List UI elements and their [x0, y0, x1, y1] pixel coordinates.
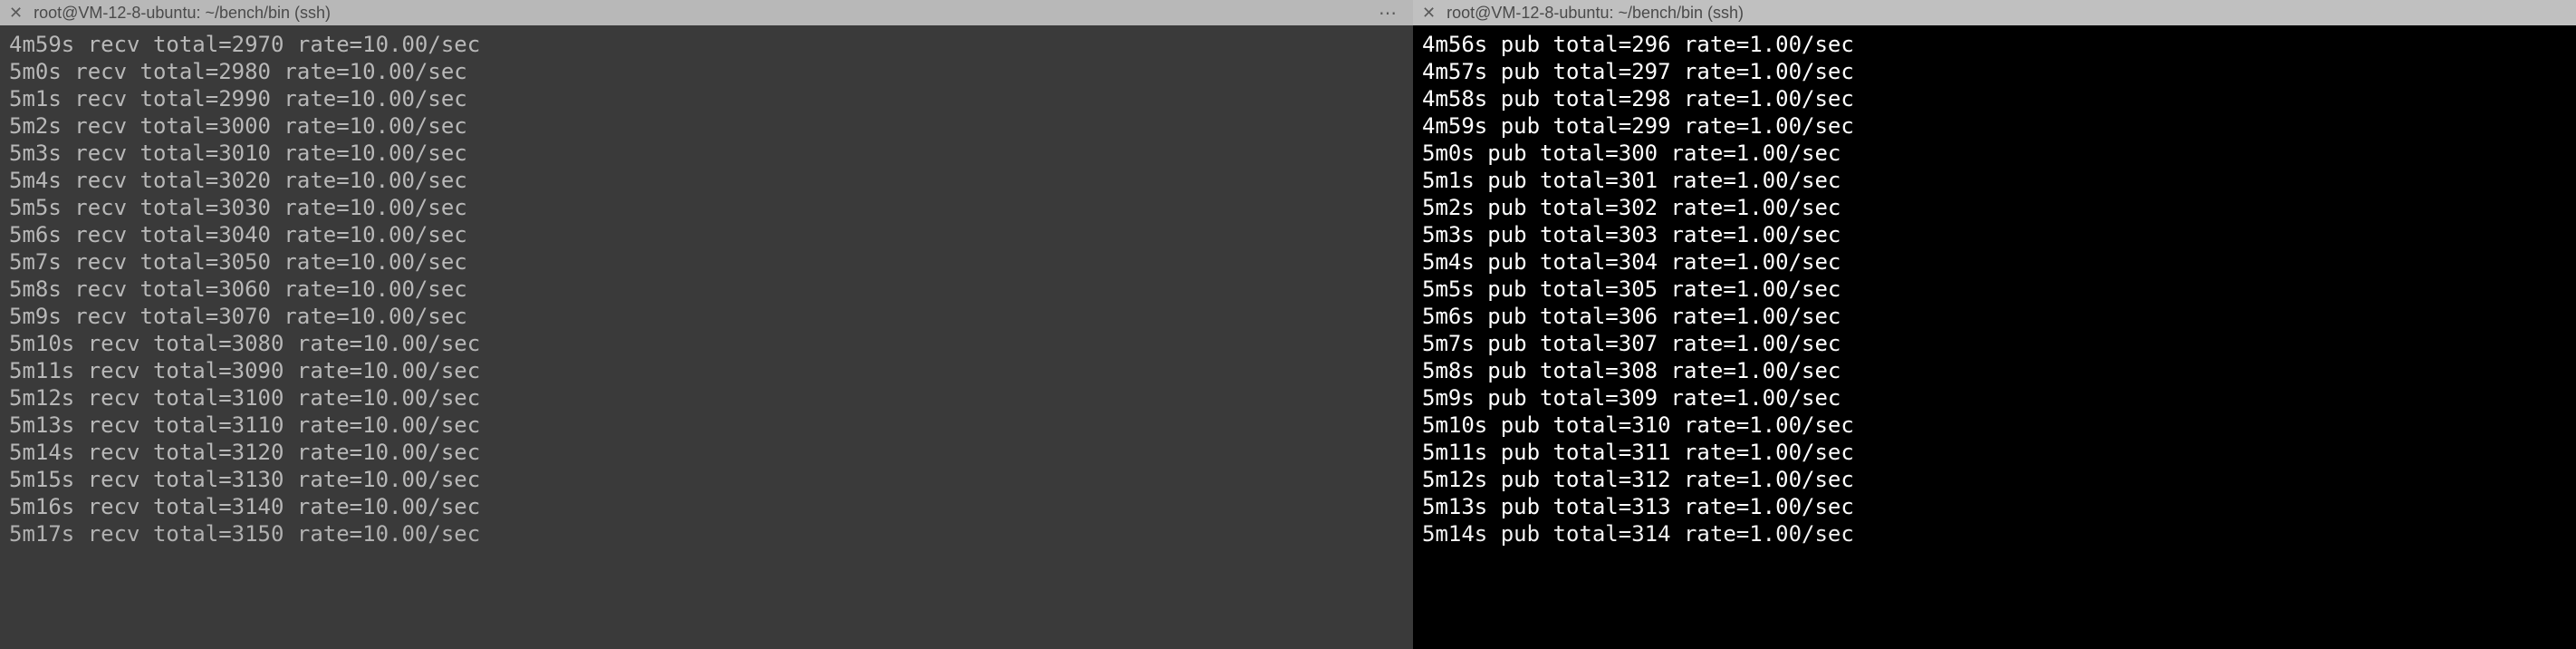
- log-line: 5m0s recv total=2980 rate=10.00/sec: [9, 58, 1404, 85]
- log-line: 5m0s pub total=300 rate=1.00/sec: [1422, 140, 2567, 167]
- log-line: 5m5s pub total=305 rate=1.00/sec: [1422, 276, 2567, 303]
- log-line: 5m17s recv total=3150 rate=10.00/sec: [9, 520, 1404, 547]
- log-line: 5m6s pub total=306 rate=1.00/sec: [1422, 303, 2567, 330]
- close-icon[interactable]: ✕: [1422, 4, 1436, 23]
- log-line: 5m14s pub total=314 rate=1.00/sec: [1422, 520, 2567, 547]
- log-line: 5m1s pub total=301 rate=1.00/sec: [1422, 167, 2567, 194]
- log-line: 5m14s recv total=3120 rate=10.00/sec: [9, 439, 1404, 466]
- log-line: 5m9s pub total=309 rate=1.00/sec: [1422, 384, 2567, 412]
- log-line: 5m10s recv total=3080 rate=10.00/sec: [9, 330, 1404, 357]
- log-line: 5m8s pub total=308 rate=1.00/sec: [1422, 357, 2567, 384]
- log-line: 5m2s pub total=302 rate=1.00/sec: [1422, 194, 2567, 221]
- log-line: 5m10s pub total=310 rate=1.00/sec: [1422, 412, 2567, 439]
- log-line: 5m12s recv total=3100 rate=10.00/sec: [9, 384, 1404, 412]
- log-line: 4m56s pub total=296 rate=1.00/sec: [1422, 31, 2567, 58]
- log-line: 5m6s recv total=3040 rate=10.00/sec: [9, 221, 1404, 248]
- tab-title-right[interactable]: root@VM-12-8-ubuntu: ~/bench/bin (ssh): [1447, 4, 2567, 23]
- tab-bar-right: ✕ root@VM-12-8-ubuntu: ~/bench/bin (ssh): [1413, 0, 2576, 25]
- log-line: 5m8s recv total=3060 rate=10.00/sec: [9, 276, 1404, 303]
- log-line: 5m11s recv total=3090 rate=10.00/sec: [9, 357, 1404, 384]
- log-line: 5m4s recv total=3020 rate=10.00/sec: [9, 167, 1404, 194]
- log-line: 4m59s recv total=2970 rate=10.00/sec: [9, 31, 1404, 58]
- log-line: 5m4s pub total=304 rate=1.00/sec: [1422, 248, 2567, 276]
- log-line: 5m1s recv total=2990 rate=10.00/sec: [9, 85, 1404, 112]
- ellipsis-icon[interactable]: ⋯: [1379, 2, 1397, 24]
- log-line: 5m2s recv total=3000 rate=10.00/sec: [9, 112, 1404, 140]
- tab-title-left[interactable]: root@VM-12-8-ubuntu: ~/bench/bin (ssh): [34, 4, 1379, 23]
- log-line: 5m13s recv total=3110 rate=10.00/sec: [9, 412, 1404, 439]
- close-icon[interactable]: ✕: [9, 4, 23, 23]
- terminal-output-left[interactable]: 4m59s recv total=2970 rate=10.00/sec5m0s…: [0, 25, 1413, 649]
- log-line: 5m11s pub total=311 rate=1.00/sec: [1422, 439, 2567, 466]
- log-line: 5m3s recv total=3010 rate=10.00/sec: [9, 140, 1404, 167]
- terminal-pane-left: ✕ root@VM-12-8-ubuntu: ~/bench/bin (ssh)…: [0, 0, 1413, 649]
- log-line: 5m12s pub total=312 rate=1.00/sec: [1422, 466, 2567, 493]
- log-line: 5m7s recv total=3050 rate=10.00/sec: [9, 248, 1404, 276]
- log-line: 5m9s recv total=3070 rate=10.00/sec: [9, 303, 1404, 330]
- log-line: 4m57s pub total=297 rate=1.00/sec: [1422, 58, 2567, 85]
- log-line: 4m59s pub total=299 rate=1.00/sec: [1422, 112, 2567, 140]
- tab-bar-left: ✕ root@VM-12-8-ubuntu: ~/bench/bin (ssh)…: [0, 0, 1413, 25]
- log-line: 5m5s recv total=3030 rate=10.00/sec: [9, 194, 1404, 221]
- log-line: 5m13s pub total=313 rate=1.00/sec: [1422, 493, 2567, 520]
- log-line: 5m16s recv total=3140 rate=10.00/sec: [9, 493, 1404, 520]
- log-line: 4m58s pub total=298 rate=1.00/sec: [1422, 85, 2567, 112]
- log-line: 5m7s pub total=307 rate=1.00/sec: [1422, 330, 2567, 357]
- log-line: 5m15s recv total=3130 rate=10.00/sec: [9, 466, 1404, 493]
- terminal-output-right[interactable]: 4m56s pub total=296 rate=1.00/sec4m57s p…: [1413, 25, 2576, 649]
- terminal-pane-right: ✕ root@VM-12-8-ubuntu: ~/bench/bin (ssh)…: [1413, 0, 2576, 649]
- log-line: 5m3s pub total=303 rate=1.00/sec: [1422, 221, 2567, 248]
